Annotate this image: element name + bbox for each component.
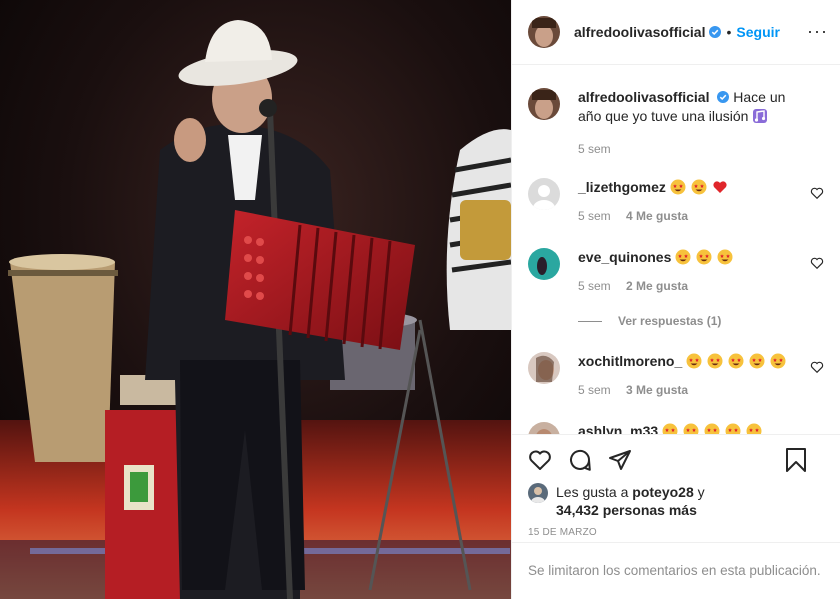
likes-count[interactable]: 34,432 personas más xyxy=(556,502,697,518)
comments-limited-notice: Se limitaron los comentarios en esta pub… xyxy=(512,542,840,599)
star-struck-icon xyxy=(717,249,733,265)
post-side-panel: alfredoolivasofficial • Seguir ··· alfre… xyxy=(511,0,840,599)
comment-likes[interactable]: 3 Me gusta xyxy=(626,383,688,397)
comment-username[interactable]: ashlyn_m33 xyxy=(578,423,658,434)
commenter-avatar[interactable] xyxy=(528,178,560,210)
likes-conj: y xyxy=(697,484,705,500)
post-photo-image xyxy=(0,0,511,599)
star-struck-icon xyxy=(728,353,744,369)
comment-likes[interactable]: 4 Me gusta xyxy=(626,209,688,223)
comment-icon[interactable] xyxy=(568,448,592,472)
comment-body: ashlyn_m33 xyxy=(578,422,800,434)
like-comment-heart-icon[interactable] xyxy=(810,256,824,270)
star-struck-icon xyxy=(707,353,723,369)
star-struck-icon xyxy=(749,353,765,369)
comment-emojis xyxy=(675,249,734,265)
action-bar xyxy=(528,447,824,473)
verified-badge-icon xyxy=(709,26,722,38)
post-actions: Les gusta a poteyo28 y 34,432 personas m… xyxy=(512,434,840,542)
author-avatar[interactable] xyxy=(528,16,560,48)
musical-notes-icon xyxy=(753,109,768,123)
post-photo[interactable] xyxy=(0,0,511,599)
author-username[interactable]: alfredoolivasofficial xyxy=(574,24,705,40)
post-header: alfredoolivasofficial • Seguir ··· xyxy=(512,0,840,65)
star-struck-icon xyxy=(691,179,707,195)
comment-likes[interactable]: 2 Me gusta xyxy=(626,279,688,293)
comment-meta: 5 sem 4 Me gusta xyxy=(578,207,800,226)
comment-time: 5 sem xyxy=(578,383,611,397)
comment-emojis xyxy=(686,353,787,369)
commenter-avatar[interactable] xyxy=(528,422,560,434)
likes-text: Les gusta a poteyo28 y 34,432 personas m… xyxy=(556,483,705,519)
comment-username[interactable]: xochitlmoreno_ xyxy=(578,353,682,369)
likes-prefix: Les gusta a xyxy=(556,484,629,500)
like-comment-heart-icon[interactable] xyxy=(810,360,824,374)
comment-emojis xyxy=(670,179,729,195)
verified-badge-icon xyxy=(717,91,730,103)
liker-username[interactable]: poteyo28 xyxy=(632,484,693,500)
caption-avatar[interactable] xyxy=(528,88,560,120)
comment-body: _lizethgomez 5 sem 4 Me gusta xyxy=(578,178,800,226)
like-comment-heart-icon[interactable] xyxy=(810,186,824,200)
bookmark-icon[interactable] xyxy=(784,447,808,473)
star-struck-icon xyxy=(770,353,786,369)
star-struck-icon xyxy=(696,249,712,265)
star-struck-icon xyxy=(683,423,699,434)
comment-body: xochitlmoreno_ 5 sem 3 Me gusta xyxy=(578,352,800,400)
star-struck-icon xyxy=(746,423,762,434)
liker-avatar[interactable] xyxy=(528,483,548,503)
comment-time: 5 sem xyxy=(578,209,611,223)
star-struck-icon xyxy=(686,353,702,369)
star-struck-icon xyxy=(704,423,720,434)
commenter-avatar[interactable] xyxy=(528,352,560,384)
red-heart-icon xyxy=(712,181,727,193)
caption-body: alfredoolivasofficial Hace un año que yo… xyxy=(578,88,800,159)
comment-time: 5 sem xyxy=(578,279,611,293)
view-replies-label: Ver respuestas (1) xyxy=(618,314,722,328)
post-date[interactable]: 15 DE MARZO xyxy=(528,527,824,538)
replies-divider xyxy=(578,321,602,323)
commenter-avatar[interactable] xyxy=(528,248,560,280)
share-icon[interactable] xyxy=(608,448,632,472)
follow-button[interactable]: Seguir xyxy=(736,24,780,40)
star-struck-icon xyxy=(670,179,686,195)
caption-username[interactable]: alfredoolivasofficial xyxy=(578,89,709,105)
more-options-icon[interactable]: ··· xyxy=(807,22,828,40)
heart-icon[interactable] xyxy=(528,448,552,472)
comment-body: eve_quinones 5 sem 2 Me gusta xyxy=(578,248,800,296)
star-struck-icon xyxy=(675,249,691,265)
comment-emojis xyxy=(662,423,763,434)
view-replies-button[interactable]: Ver respuestas (1) xyxy=(578,314,721,328)
comments-list[interactable]: alfredoolivasofficial Hace un año que yo… xyxy=(512,66,840,434)
separator-dot: • xyxy=(726,24,732,40)
comment-username[interactable]: _lizethgomez xyxy=(578,179,666,195)
likes-summary: Les gusta a poteyo28 y 34,432 personas m… xyxy=(528,483,824,519)
star-struck-icon xyxy=(725,423,741,434)
caption-time: 5 sem xyxy=(578,142,611,156)
comment-username[interactable]: eve_quinones xyxy=(578,249,671,265)
comment-meta: 5 sem 3 Me gusta xyxy=(578,381,800,400)
comment-meta: 5 sem 2 Me gusta xyxy=(578,277,800,296)
star-struck-icon xyxy=(662,423,678,434)
